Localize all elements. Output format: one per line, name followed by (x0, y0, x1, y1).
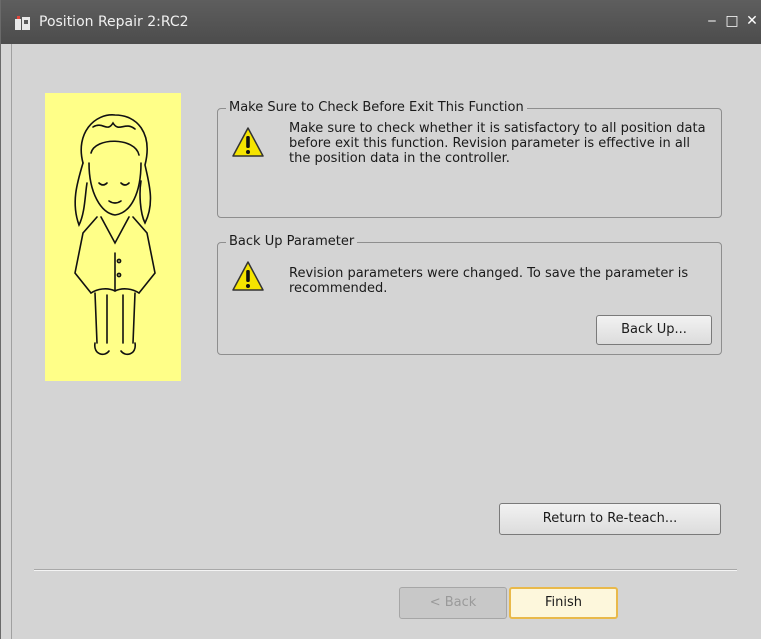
warning-icon (232, 127, 264, 157)
back-button[interactable]: < Back (399, 587, 507, 619)
window-title: Position Repair 2:RC2 (39, 14, 189, 30)
minimize-button[interactable]: ‒ (703, 12, 721, 30)
bowing-person-illustration (45, 93, 181, 381)
title-bar[interactable]: Position Repair 2:RC2 ‒ □ ✕ (1, 0, 761, 44)
back-up-button[interactable]: Back Up... (596, 315, 712, 345)
group-legend: Make Sure to Check Before Exit This Func… (226, 100, 527, 115)
close-button[interactable]: ✕ (743, 12, 761, 30)
dialog-window: Position Repair 2:RC2 ‒ □ ✕ Make Sure to… (0, 0, 761, 639)
return-to-reteach-button[interactable]: Return to Re-teach... (499, 503, 721, 535)
warning-icon (232, 261, 264, 291)
group-message: Make sure to check whether it is satisfa… (289, 121, 706, 166)
separator (34, 569, 737, 571)
app-icon (15, 16, 30, 30)
back-up-parameter-group: Back Up Parameter Revision parameters we… (217, 234, 722, 355)
group-legend: Back Up Parameter (226, 234, 358, 249)
group-message: Revision parameters were changed. To sav… (289, 266, 689, 296)
maximize-button[interactable]: □ (723, 12, 741, 30)
dialog-content: Make Sure to Check Before Exit This Func… (11, 44, 761, 639)
finish-button[interactable]: Finish (509, 587, 618, 619)
check-before-exit-group: Make Sure to Check Before Exit This Func… (217, 100, 722, 218)
